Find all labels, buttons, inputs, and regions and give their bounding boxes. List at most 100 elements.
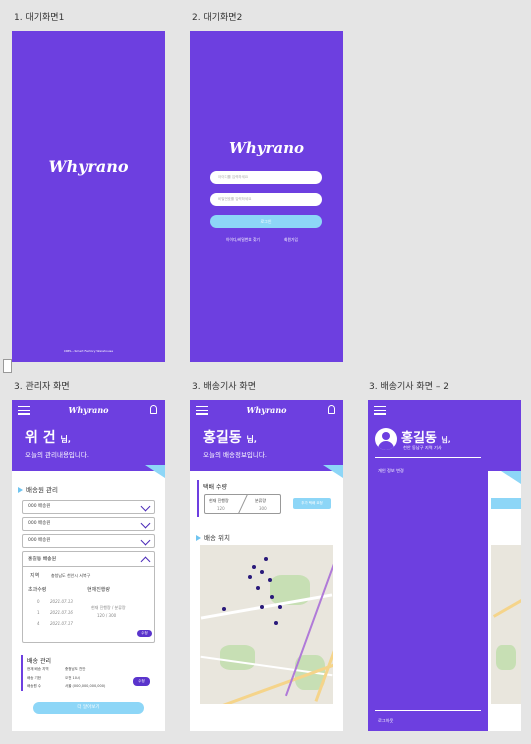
logout-button[interactable]: 로그아웃: [378, 718, 393, 724]
delivery-edit-button[interactable]: 수정: [133, 677, 150, 686]
delivery-marker[interactable]: [256, 586, 260, 590]
delivery-marker[interactable]: [278, 605, 282, 609]
drawer-menu-item[interactable]: 개인 정보 변경: [378, 468, 404, 474]
splash-footer: CREL...Smart Factory Warehouse: [63, 349, 114, 353]
driver-dropdown-2[interactable]: 000 배송원: [22, 517, 155, 531]
login-button[interactable]: 로그인: [210, 215, 322, 228]
avatar: [375, 428, 397, 450]
hero-accent-triangle: [145, 465, 165, 478]
login-logo: Whyrano: [229, 139, 304, 157]
admin-header-logo: Whyrano: [68, 405, 109, 415]
avatar-head: [382, 432, 390, 440]
parcel-title: 택배 수량: [203, 484, 227, 491]
driver-hero: 홍길동 님, 오늘의 배송정보입니다.: [190, 420, 343, 478]
delivery-marker[interactable]: [274, 621, 278, 625]
expanded-title: 홍길동 배송원: [28, 557, 57, 562]
delivery-marker[interactable]: [264, 557, 268, 561]
delivery-key-1: 현재 배송 지역: [27, 667, 49, 671]
bell-icon[interactable]: [328, 405, 335, 414]
delivery-marker[interactable]: [268, 578, 272, 582]
map-park: [496, 645, 516, 670]
more-button[interactable]: 더 알아보기: [33, 702, 144, 714]
label-driver: 3. 배송기사 화면: [192, 382, 256, 392]
map-park: [220, 645, 255, 670]
box-left-label: 현재 진행량: [209, 498, 229, 503]
delivery-marker[interactable]: [270, 595, 274, 599]
box-right-label: 분류량: [255, 498, 267, 503]
admin-subtitle: 오늘의 관리내용입니다.: [25, 451, 89, 459]
avatar-body: [378, 441, 394, 450]
background-map: [491, 545, 521, 704]
password-input[interactable]: 비밀번호를 입력하세요: [210, 193, 322, 206]
expanded-divider: [23, 566, 154, 567]
progress-values: 120 / 300: [97, 613, 117, 618]
drawer-bottom-divider: [375, 710, 481, 711]
row-no-1: 0: [37, 599, 40, 604]
bell-icon[interactable]: [150, 405, 157, 414]
delivery-marker[interactable]: [222, 607, 226, 611]
parcel-section-bar: [197, 480, 199, 517]
box-left-value: 120: [217, 506, 225, 511]
expanded-edit-button[interactable]: 수정: [137, 630, 152, 637]
location-section-title: 배송 위치: [196, 532, 230, 542]
admin-name: 위 건 님,: [25, 430, 71, 446]
driver-subtitle: 오늘의 배송정보입니다.: [203, 451, 267, 459]
id-input[interactable]: 아이디를 입력하세요: [210, 171, 322, 184]
admin-hero: 위 건 님, 오늘의 관리내용입니다.: [12, 420, 165, 478]
login-screen: Whyrano 아이디를 입력하세요 비밀번호를 입력하세요 로그인 아이디/비…: [190, 31, 343, 362]
hero-accent-triangle: [323, 465, 343, 478]
row-no-2: 1: [37, 610, 40, 615]
admin-header: Whyrano: [12, 400, 165, 420]
driver-screen: Whyrano 홍길동 님, 오늘의 배송정보입니다. 택배 수량 현재 진행량…: [190, 400, 343, 731]
parcel-box: 현재 진행량 120 분류량 300: [204, 494, 281, 514]
progress-head: 현재 진행량 / 분류량: [91, 605, 126, 610]
menu-icon[interactable]: [374, 406, 386, 415]
side-drawer: 홍길동 님, 천안 동남구 지역 기사 개인 정보 변경 로그아웃: [368, 400, 488, 731]
splash-logo: Whyrano: [48, 157, 129, 176]
request-parcel-button[interactable]: 추가 택배 요청: [293, 498, 331, 509]
progress-label: 현재진행량: [87, 587, 111, 593]
delivery-marker[interactable]: [260, 570, 264, 574]
signup-link[interactable]: 회원가입: [284, 237, 298, 243]
delivery-key-3: 배송원 수: [27, 684, 41, 688]
selection-handle: [3, 359, 12, 373]
delivery-marker[interactable]: [248, 575, 252, 579]
map-road: [200, 593, 333, 620]
driver-expanded-panel: 홍길동 배송원 지역 충청남도 천안시 서북구 초과수령 현재진행량 0 202…: [22, 551, 155, 643]
row-date-1: 2021.07.13: [50, 599, 73, 604]
delivery-val-3: 서울 (000,000,000,000): [65, 684, 106, 688]
splash-screen: Whyrano CREL...Smart Factory Warehouse: [12, 31, 165, 362]
drawer-name: 홍길동 님,: [401, 431, 451, 446]
delivery-marker[interactable]: [252, 565, 256, 569]
driver-dropdown-3[interactable]: 000 배송원: [22, 534, 155, 548]
driver-drawer-screen: 홍길동 님, 천안 동남구 지역 기사 개인 정보 변경 로그아웃: [368, 400, 521, 731]
overtime-label: 초과수령: [28, 587, 47, 593]
driver-dropdown-1[interactable]: 000 배송원: [22, 500, 155, 514]
background-button: [491, 498, 521, 509]
chevron-down-icon: [140, 518, 151, 529]
driver-header-logo: Whyrano: [246, 405, 287, 415]
drivers-section-title: 배송원 관리: [18, 484, 58, 494]
map-highway: [492, 595, 521, 618]
drawer-divider: [375, 457, 481, 458]
label-splash: 1. 대기화면1: [14, 13, 65, 23]
row-date-2: 2021.07.16: [50, 610, 73, 615]
chevron-down-icon: [140, 501, 151, 512]
label-login: 2. 대기화면2: [192, 13, 243, 23]
row-date-3: 2021.07.17: [50, 621, 73, 626]
row-no-3: 4: [37, 621, 40, 626]
region-value: 충청남도 천안시 서북구: [51, 573, 91, 578]
chevron-up-icon[interactable]: [140, 556, 151, 567]
region-label: 지역: [30, 573, 40, 579]
delivery-marker[interactable]: [260, 605, 264, 609]
find-account-link[interactable]: 아이디/비밀번호 찾기: [226, 237, 260, 243]
delivery-map[interactable]: [200, 545, 333, 704]
background-header: [488, 400, 521, 471]
background-page: [488, 400, 521, 731]
box-right-value: 300: [259, 506, 267, 511]
admin-screen: Whyrano 위 건 님, 오늘의 관리내용입니다. 배송원 관리 000 배…: [12, 400, 165, 731]
delivery-key-2: 배송 기한: [27, 676, 41, 680]
delivery-section-title: 배송 관리: [27, 658, 51, 665]
driver-name: 홍길동 님,: [203, 430, 257, 446]
delivery-val-2: 오전 10시: [65, 676, 81, 680]
